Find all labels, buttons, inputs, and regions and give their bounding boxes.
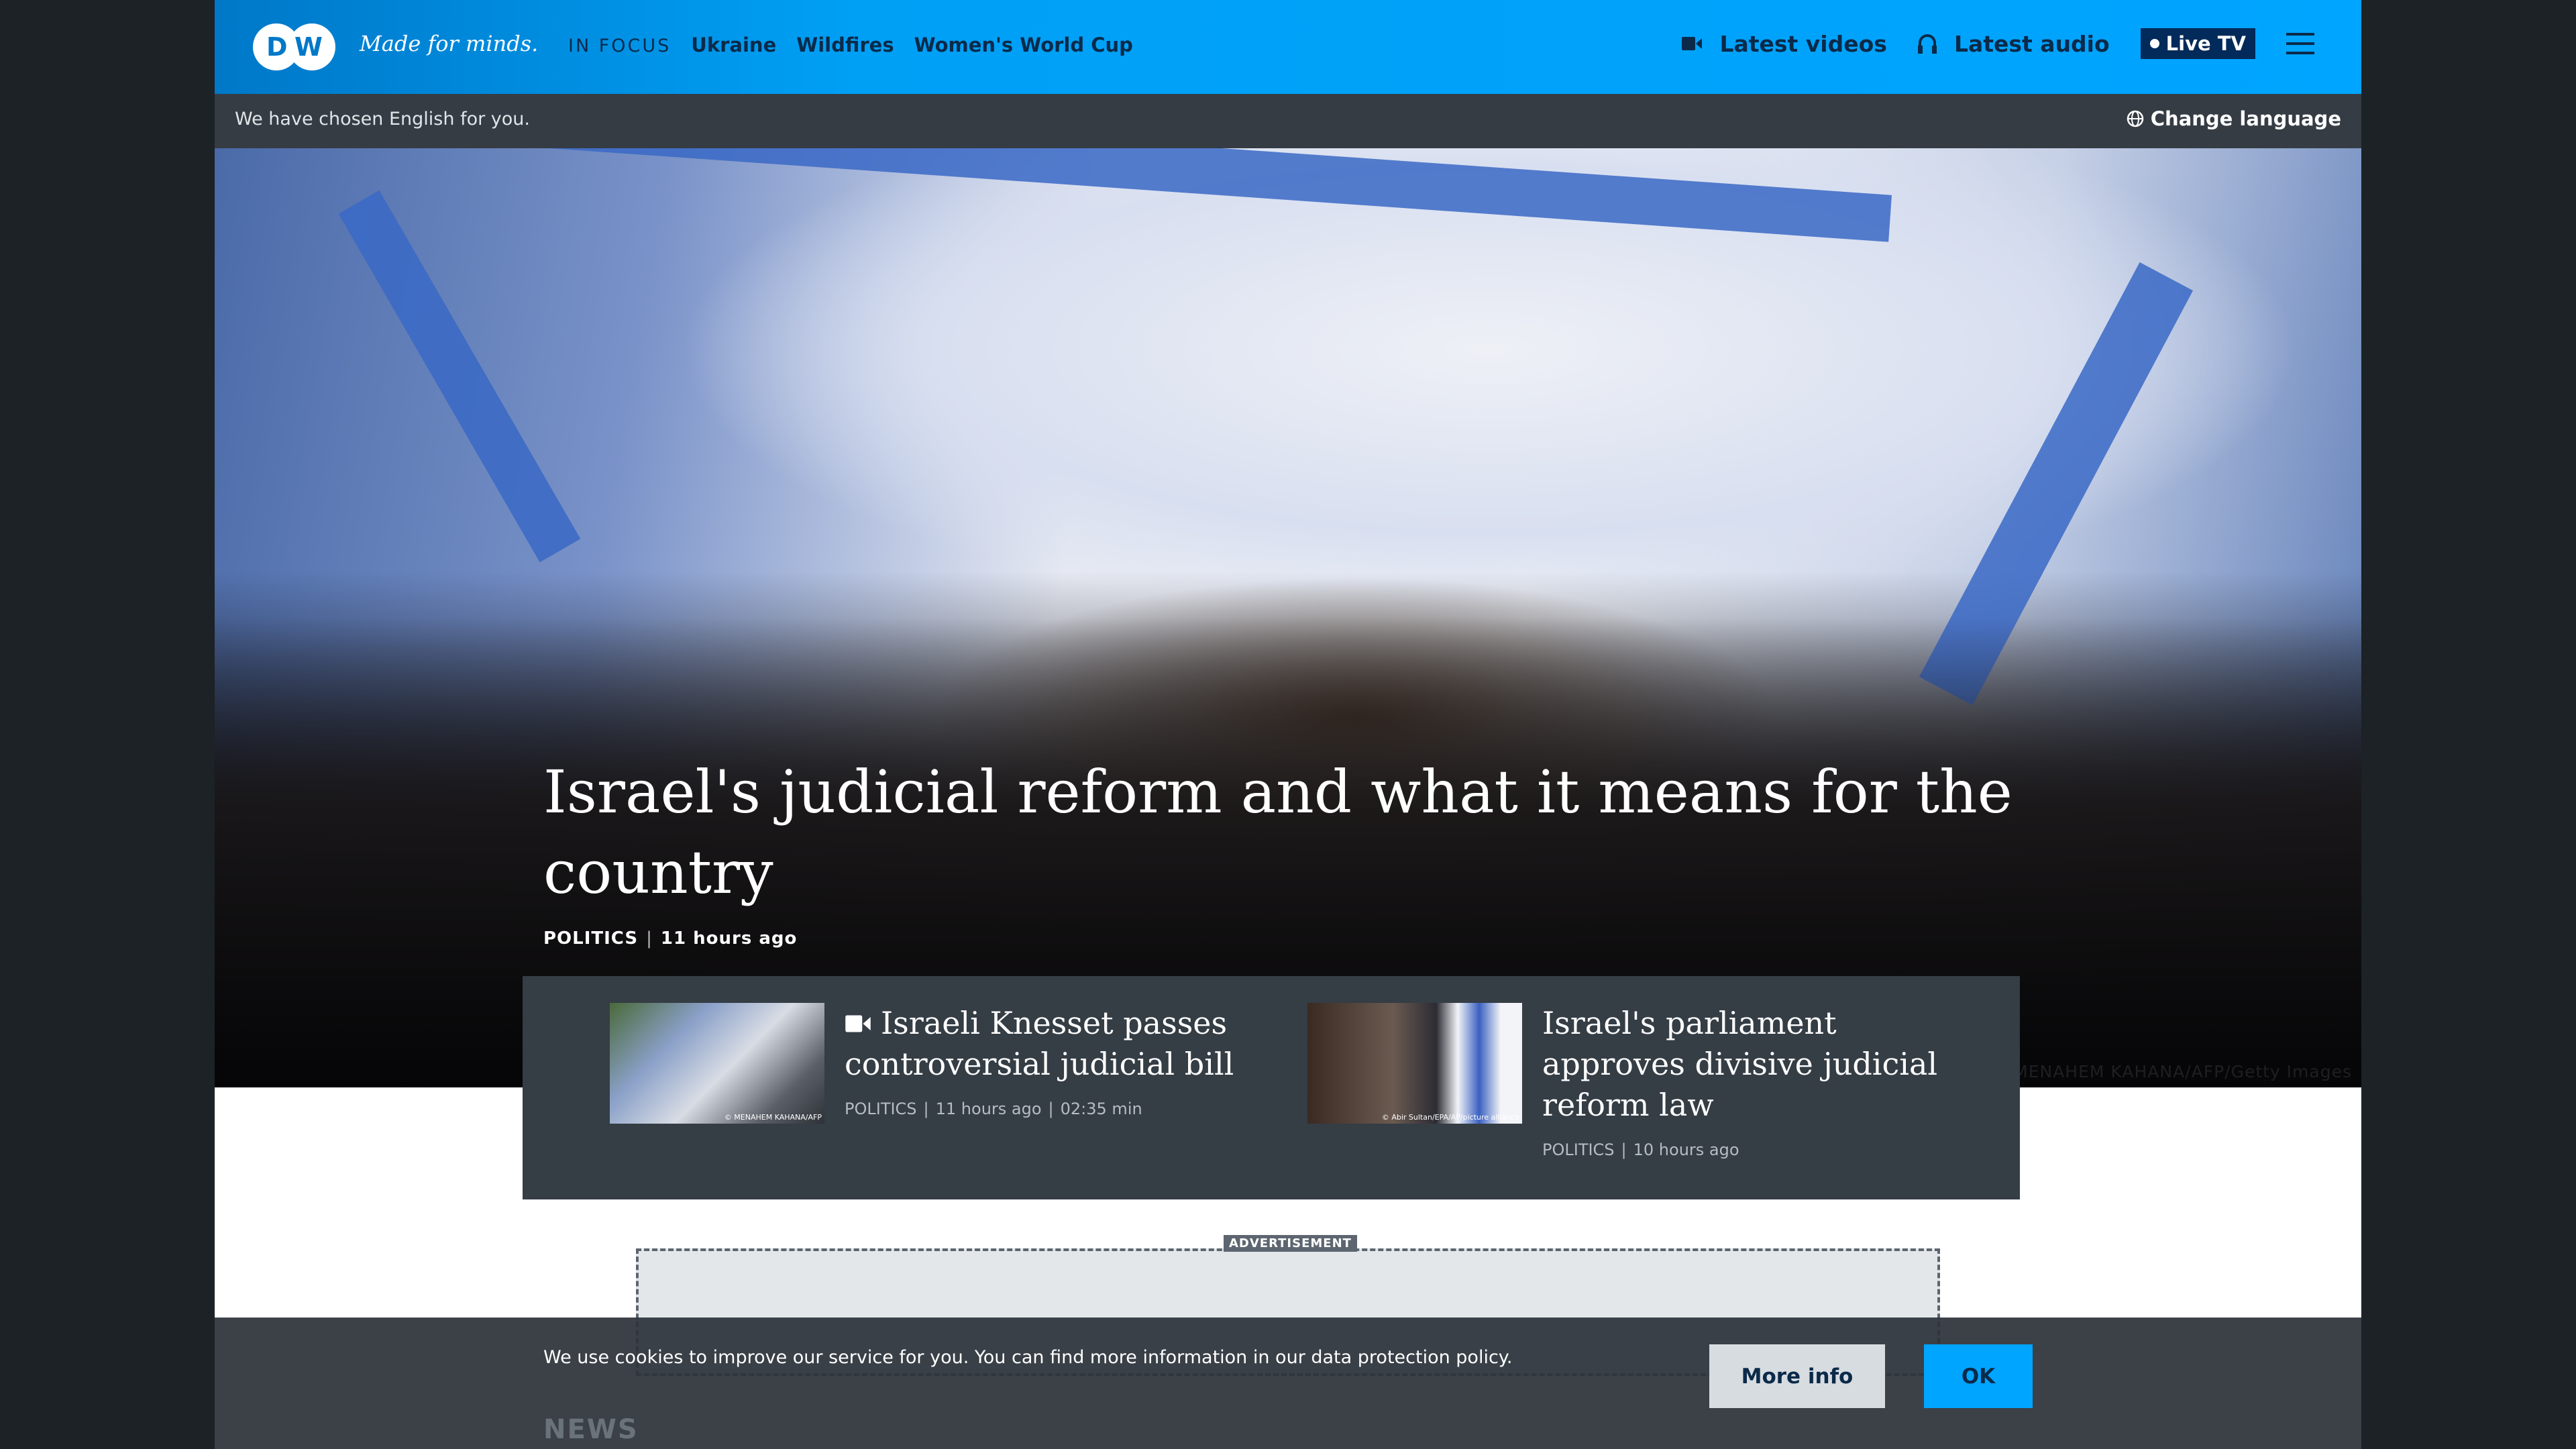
latest-audio-label: Latest audio	[1953, 30, 2110, 57]
story-thumbnail[interactable]: © MENAHEM KAHANA/AFP	[610, 1003, 824, 1124]
cookie-text: We use cookies to improve our service fo…	[543, 1347, 1513, 1368]
story-thumbnail[interactable]: © Abir Sultan/EPA/AP/picture alliance	[1307, 1003, 1522, 1124]
live-tv-label: Live TV	[2165, 32, 2246, 55]
dw-logo[interactable]: D W	[252, 22, 339, 72]
nav-ukraine[interactable]: Ukraine	[691, 34, 776, 56]
cookie-banner: We use cookies to improve our service fo…	[215, 1318, 2361, 1449]
top-nav: IN FOCUS Ukraine Wildfires Women's World…	[568, 34, 1133, 56]
video-camera-icon	[1682, 37, 1703, 50]
header: D W Made for minds. IN FOCUS Ukraine Wil…	[215, 0, 2361, 94]
latest-audio-link[interactable]: Latest audio	[1917, 30, 2110, 57]
change-language-button[interactable]: Change language	[2127, 107, 2341, 130]
story-card[interactable]: © MENAHEM KAHANA/AFP Israeli Knesset pas…	[610, 1003, 1247, 1124]
live-tv-button[interactable]: Live TV	[2140, 28, 2255, 59]
story-card[interactable]: © Abir Sultan/EPA/AP/picture alliance Is…	[1307, 1003, 1978, 1159]
hero-image[interactable]: Israel's judicial reform and what it mea…	[215, 148, 2361, 1087]
news-section-heading: NEWS	[543, 1414, 639, 1445]
live-dot-icon	[2149, 39, 2159, 48]
menu-icon[interactable]	[2286, 33, 2314, 54]
hero-meta: POLITICS | 11 hours ago	[543, 928, 798, 949]
svg-text:D: D	[266, 32, 288, 62]
header-actions: Latest videos Latest audio Live TV	[1682, 28, 2314, 59]
in-focus-label: IN FOCUS	[568, 36, 672, 56]
nav-wildfires[interactable]: Wildfires	[796, 34, 894, 56]
language-message: We have chosen English for you.	[235, 109, 530, 129]
language-bar: We have chosen English for you. Change l…	[215, 94, 2361, 148]
headphones-icon	[1917, 34, 1937, 54]
hero-headline[interactable]: Israel's judicial reform and what it mea…	[543, 752, 2019, 913]
hero-category[interactable]: POLITICS	[543, 928, 638, 949]
page: D W Made for minds. IN FOCUS Ukraine Wil…	[215, 0, 2361, 1449]
svg-text:W: W	[294, 32, 323, 62]
story-title[interactable]: Israeli Knesset passes controversial jud…	[845, 1003, 1247, 1085]
hero-photo-credit: © MENAHEM KAHANA/AFP/Getty Images	[1990, 1062, 2352, 1081]
globe-icon	[2127, 110, 2144, 127]
latest-videos-label: Latest videos	[1719, 30, 1887, 57]
ok-button[interactable]: OK	[1924, 1344, 2033, 1408]
latest-videos-link[interactable]: Latest videos	[1682, 31, 1887, 57]
more-info-button[interactable]: More info	[1709, 1344, 1885, 1408]
video-camera-icon	[845, 1015, 871, 1032]
change-language-label: Change language	[2150, 107, 2341, 130]
nav-womens-world-cup[interactable]: Women's World Cup	[914, 34, 1133, 56]
story-meta: POLITICS | 11 hours ago | 02:35 min	[845, 1099, 1142, 1118]
advertisement-label: ADVERTISEMENT	[1224, 1235, 1357, 1252]
tagline: Made for minds.	[360, 31, 539, 56]
hero-time: 11 hours ago	[660, 928, 798, 949]
related-stories: © MENAHEM KAHANA/AFP Israeli Knesset pas…	[523, 976, 2020, 1199]
story-title[interactable]: Israel's parliament approves divisive ju…	[1542, 1003, 1958, 1126]
video-duration: 02:35 min	[1060, 1099, 1142, 1118]
story-meta: POLITICS | 10 hours ago	[1542, 1140, 1739, 1159]
